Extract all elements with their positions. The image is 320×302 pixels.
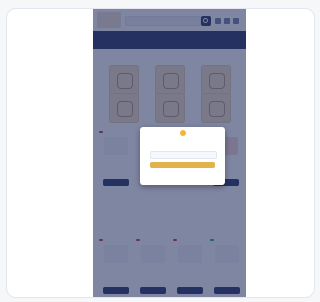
sun-icon (180, 130, 186, 136)
card-frame (6, 8, 315, 298)
newsletter-modal (140, 127, 225, 185)
email-field[interactable] (150, 151, 217, 159)
webpage-screenshot (93, 9, 246, 297)
subscribe-button[interactable] (150, 162, 215, 168)
